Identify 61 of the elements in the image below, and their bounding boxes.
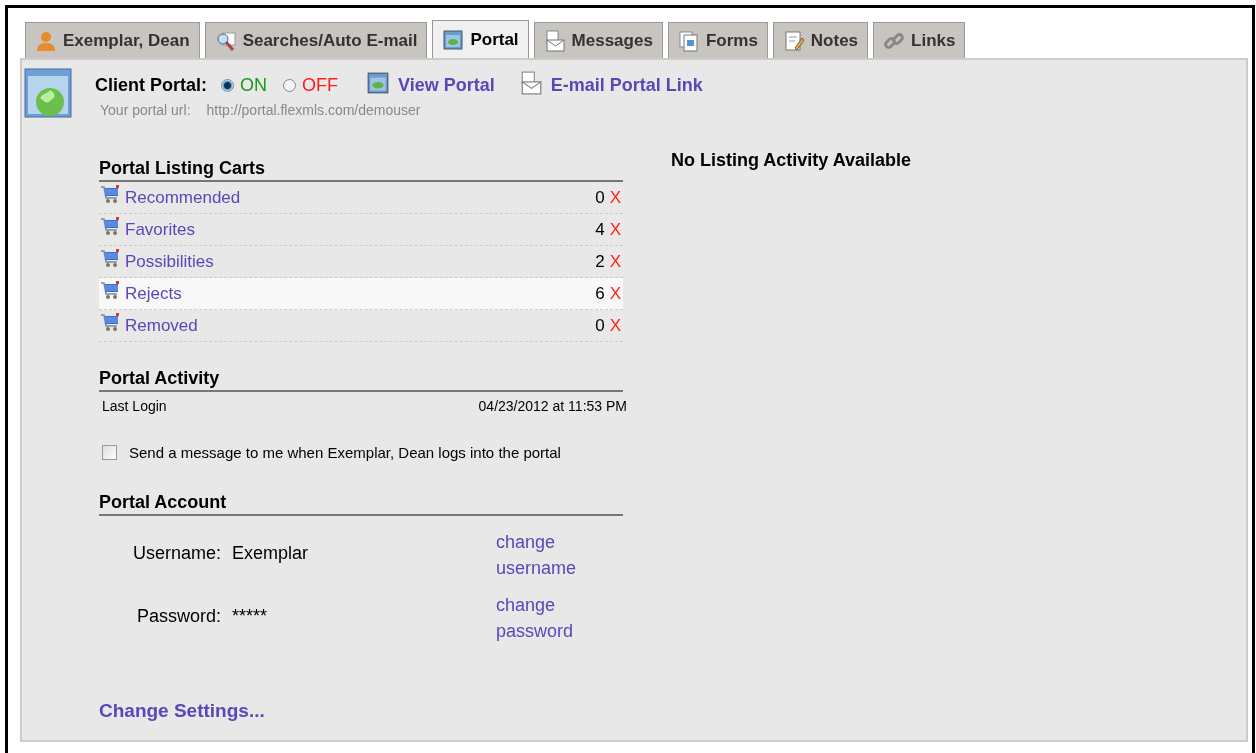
- cart-row[interactable]: Removed 0 X: [99, 310, 623, 342]
- field-value: *****: [231, 605, 269, 627]
- cart-link[interactable]: Removed: [125, 315, 198, 336]
- cart-link[interactable]: Favorites: [125, 219, 195, 240]
- radio-option[interactable]: ON: [221, 75, 267, 96]
- notepad-icon: [782, 29, 805, 52]
- last-login-value: 04/23/2012 at 11:53 PM: [478, 398, 627, 414]
- tab[interactable]: Links: [873, 22, 966, 58]
- magnifier-icon: [214, 29, 237, 52]
- change-link[interactable]: change password: [496, 592, 574, 644]
- cart-count: 0: [595, 187, 605, 208]
- cart-icon: [100, 248, 120, 269]
- tab[interactable]: Portal: [432, 20, 529, 58]
- person-icon: [35, 29, 57, 52]
- globe-window-icon: [24, 68, 72, 118]
- remove-link[interactable]: X: [609, 283, 621, 304]
- tab[interactable]: Searches/Auto E-mail: [204, 22, 428, 58]
- remove-link[interactable]: X: [609, 251, 621, 272]
- url-label: Your portal url:: [100, 102, 191, 118]
- empty-message: No Listing Activity Available: [671, 150, 912, 171]
- portal-url: http://portal.flexmls.com/demouser: [206, 102, 421, 118]
- change-settings-link[interactable]: Change Settings...: [99, 700, 265, 722]
- remove-link[interactable]: X: [609, 219, 621, 240]
- checkbox-label: Send a message to me when Exemplar, Dean logs into the portal: [129, 444, 561, 461]
- tab[interactable]: Messages: [533, 22, 663, 58]
- cart-count: 2: [595, 251, 605, 272]
- change-link[interactable]: change username: [496, 529, 577, 581]
- cart-row[interactable]: Recommended 0 X: [99, 182, 623, 214]
- portal-link[interactable]: View Portal: [398, 75, 495, 96]
- cart-row[interactable]: Rejects 6 X: [99, 278, 623, 310]
- tab[interactable]: Exemplar, Dean: [25, 22, 200, 58]
- cart-count: 0: [595, 315, 605, 336]
- field-label: Username:: [131, 542, 221, 564]
- section-heading: Portal Listing Carts: [99, 158, 623, 182]
- checkbox[interactable]: [102, 445, 117, 460]
- portal-link[interactable]: E-mail Portal Link: [550, 75, 703, 96]
- last-login-label: Last Login: [102, 398, 167, 414]
- field-value: Exemplar: [231, 542, 310, 564]
- radio-option[interactable]: OFF: [283, 75, 338, 96]
- section-heading: Portal Activity: [99, 368, 623, 392]
- cart-row[interactable]: Favorites 4 X: [99, 214, 623, 246]
- cart-icon: [100, 216, 120, 237]
- cart-link[interactable]: Possibilities: [125, 251, 214, 272]
- cart-link[interactable]: Rejects: [125, 283, 182, 304]
- cart-count: 4: [595, 219, 605, 240]
- tab[interactable]: Notes: [772, 22, 869, 58]
- documents-icon: [677, 29, 700, 52]
- tab[interactable]: Forms: [667, 22, 768, 58]
- window-icon: [442, 28, 465, 51]
- window-icon: [366, 70, 390, 95]
- cart-icon: [100, 280, 120, 301]
- cart-count: 6: [595, 283, 605, 304]
- field-label: Password:: [135, 605, 221, 627]
- envelope-icon: [543, 29, 566, 52]
- remove-link[interactable]: X: [609, 187, 621, 208]
- cart-link[interactable]: Recommended: [125, 187, 241, 208]
- remove-link[interactable]: X: [609, 315, 621, 336]
- section-heading: Portal Account: [99, 492, 623, 516]
- cart-icon: [100, 312, 120, 333]
- cart-icon: [100, 184, 120, 205]
- client-portal-label: Client Portal:: [95, 75, 207, 96]
